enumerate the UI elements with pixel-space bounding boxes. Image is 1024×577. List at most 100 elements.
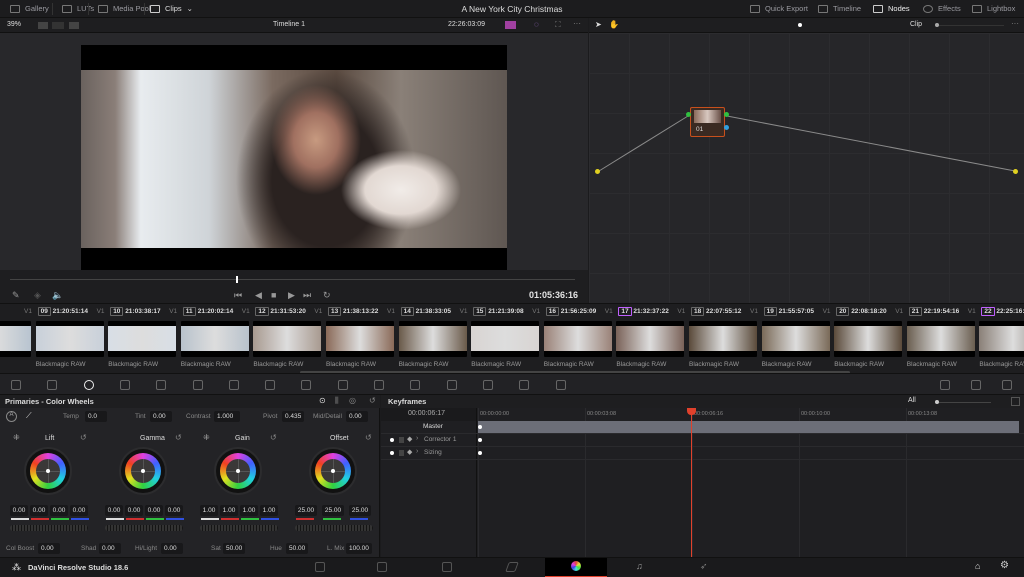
lightbox-fx-icon[interactable] [940, 380, 950, 390]
color-wheel-gain[interactable] [214, 447, 262, 495]
add-keyframe-icon[interactable]: ◆ [407, 448, 412, 456]
camera-raw-icon[interactable] [11, 380, 21, 390]
color-wheel-lift[interactable] [24, 447, 72, 495]
wheel-value-g[interactable]: 0.00 [50, 505, 68, 516]
curves-icon[interactable] [228, 380, 239, 390]
wheel-reset-icon[interactable]: ↺ [175, 433, 182, 442]
wheel-value-y[interactable]: 1.00 [200, 505, 218, 516]
clip-item[interactable]: 18 22:07:55:12 V1 Blackmagic RAW [689, 304, 761, 374]
qualifier-icon[interactable] [301, 380, 312, 390]
fusion-page-icon[interactable] [505, 562, 519, 572]
white-balance-picker-icon[interactable]: ⟋ [26, 411, 32, 421]
color-wheels-mode-icon[interactable]: ⊙ [319, 396, 326, 405]
info-icon[interactable] [1002, 380, 1012, 390]
nodes-button[interactable]: Nodes [873, 4, 910, 13]
adjust-field-tint[interactable]: 0.00 [150, 411, 172, 422]
clip-thumbnail[interactable] [180, 321, 249, 357]
node-rgb-output-port[interactable] [724, 112, 729, 117]
zoom-slider-track[interactable] [939, 402, 991, 403]
keyframe-track-row[interactable]: ◆ › Sizing [381, 447, 1024, 460]
more-options-icon[interactable]: ··· [573, 19, 581, 28]
window-icon[interactable] [337, 380, 348, 390]
playhead-handle[interactable] [687, 408, 696, 415]
clip-thumbnail[interactable] [35, 321, 104, 357]
keyframe-track-row[interactable]: Master [381, 421, 1024, 434]
zoom-dropdown[interactable]: 39% [7, 21, 21, 28]
adjust-field-sat[interactable]: 50.00 [223, 543, 245, 554]
wheel-reset-icon[interactable]: ↺ [365, 433, 372, 442]
playhead-line[interactable] [691, 411, 692, 557]
layers-icon[interactable]: ◈ [34, 290, 41, 301]
clip-thumbnail[interactable] [471, 321, 540, 357]
edit-page-icon[interactable] [442, 562, 452, 572]
blur-icon[interactable] [446, 380, 457, 390]
wheel-value-r[interactable]: 1.00 [220, 505, 238, 516]
master-wheel-lift[interactable] [10, 525, 88, 531]
wheel-picker-icon[interactable]: ⁜ [13, 433, 20, 442]
effects-button[interactable]: Effects [923, 4, 961, 13]
timeline-selector[interactable]: Timeline 1 [273, 21, 305, 28]
add-keyframe-icon[interactable]: ◆ [407, 435, 412, 443]
lightbox-button[interactable]: Lightbox [972, 4, 1015, 13]
clip-item[interactable]: 20 22:08:18:20 V1 Blackmagic RAW [834, 304, 906, 374]
clip-thumbnail[interactable] [616, 321, 685, 357]
skip-to-start-icon[interactable]: ⏮ [234, 290, 242, 301]
wheel-puck[interactable] [331, 469, 335, 473]
clip-item[interactable]: 16 21:56:25:09 V1 Blackmagic RAW [543, 304, 616, 374]
adjust-field-contrast[interactable]: 1.000 [214, 411, 240, 422]
node-01[interactable]: 01 [690, 107, 725, 137]
expand-chevron-icon[interactable]: › [416, 448, 418, 455]
motion-effects-icon[interactable] [192, 380, 203, 390]
more-options-icon[interactable]: ··· [1011, 19, 1019, 28]
keyframe-marker[interactable] [478, 451, 482, 455]
clip-item[interactable]: 2222:25:16:0V1Blackmagic RAW [979, 304, 1024, 374]
clip-thumbnail[interactable] [906, 321, 975, 357]
loop-icon[interactable]: ↻ [323, 290, 331, 301]
tracker-icon[interactable] [374, 380, 384, 390]
adjust-field-lmix[interactable]: 100.00 [346, 543, 372, 554]
enable-toggle[interactable] [390, 438, 394, 442]
clip-item[interactable]: 15 21:21:39:08 V1 Blackmagic RAW [471, 304, 543, 374]
keyframe-marker[interactable] [478, 438, 482, 442]
clip-thumbnail[interactable] [689, 321, 757, 357]
clip-thumbnail[interactable] [761, 321, 830, 357]
wheel-value-g[interactable]: 1.00 [240, 505, 258, 516]
clip-thumbnail[interactable] [0, 321, 31, 357]
node-zoom-track[interactable] [939, 25, 1004, 26]
color-wheels-icon[interactable] [83, 380, 94, 390]
clip-thumbnail[interactable] [253, 321, 322, 357]
play-icon[interactable]: ▶ [288, 290, 295, 301]
keyframe-track-row[interactable]: ◆ › Corrector 1 [381, 434, 1024, 447]
adjust-field-shad[interactable]: 0.00 [99, 543, 121, 554]
clip-item[interactable]: 17 21:32:37:22 V1 Blackmagic RAW [616, 304, 688, 374]
media-page-icon[interactable] [315, 562, 325, 572]
wheel-puck[interactable] [46, 469, 50, 473]
node-key-output-port[interactable] [724, 125, 729, 130]
source-input-port[interactable] [595, 169, 600, 174]
page-dot-active[interactable] [798, 23, 802, 27]
adjust-field-pivot[interactable]: 0.435 [282, 411, 304, 422]
clip-thumbnail[interactable] [979, 321, 1024, 357]
settings-gear-icon[interactable]: ⚙ [1000, 560, 1009, 571]
adjust-field-temp[interactable]: 0.0 [85, 411, 107, 422]
expand-chevron-icon[interactable]: › [416, 435, 418, 442]
wheel-value-y[interactable]: 0.00 [10, 505, 28, 516]
master-wheel-gain[interactable] [200, 525, 278, 531]
pointer-icon[interactable]: ➤ [595, 20, 602, 29]
hand-icon[interactable]: ✋ [609, 20, 619, 29]
wheel-reset-icon[interactable]: ↺ [270, 433, 277, 442]
key-icon[interactable] [482, 380, 493, 390]
magic-mask-icon[interactable] [410, 380, 421, 390]
wheel-value-r[interactable]: 0.00 [30, 505, 48, 516]
clip-thumbnail[interactable] [543, 321, 612, 357]
clip-thumbnail[interactable] [398, 321, 467, 357]
wheel-value-b[interactable]: 0.00 [70, 505, 88, 516]
highlight-mode-icon[interactable] [505, 21, 516, 29]
adjust-field-hilight[interactable]: 0.00 [161, 543, 183, 554]
scrubber-handle[interactable] [236, 276, 238, 283]
rgb-mixer-icon[interactable] [156, 380, 167, 390]
wheel-value-b[interactable]: 0.00 [165, 505, 183, 516]
reset-icon[interactable]: ↺ [369, 396, 376, 405]
adjust-field-middetail[interactable]: 0.00 [346, 411, 368, 422]
node-editor[interactable] [589, 33, 1024, 303]
